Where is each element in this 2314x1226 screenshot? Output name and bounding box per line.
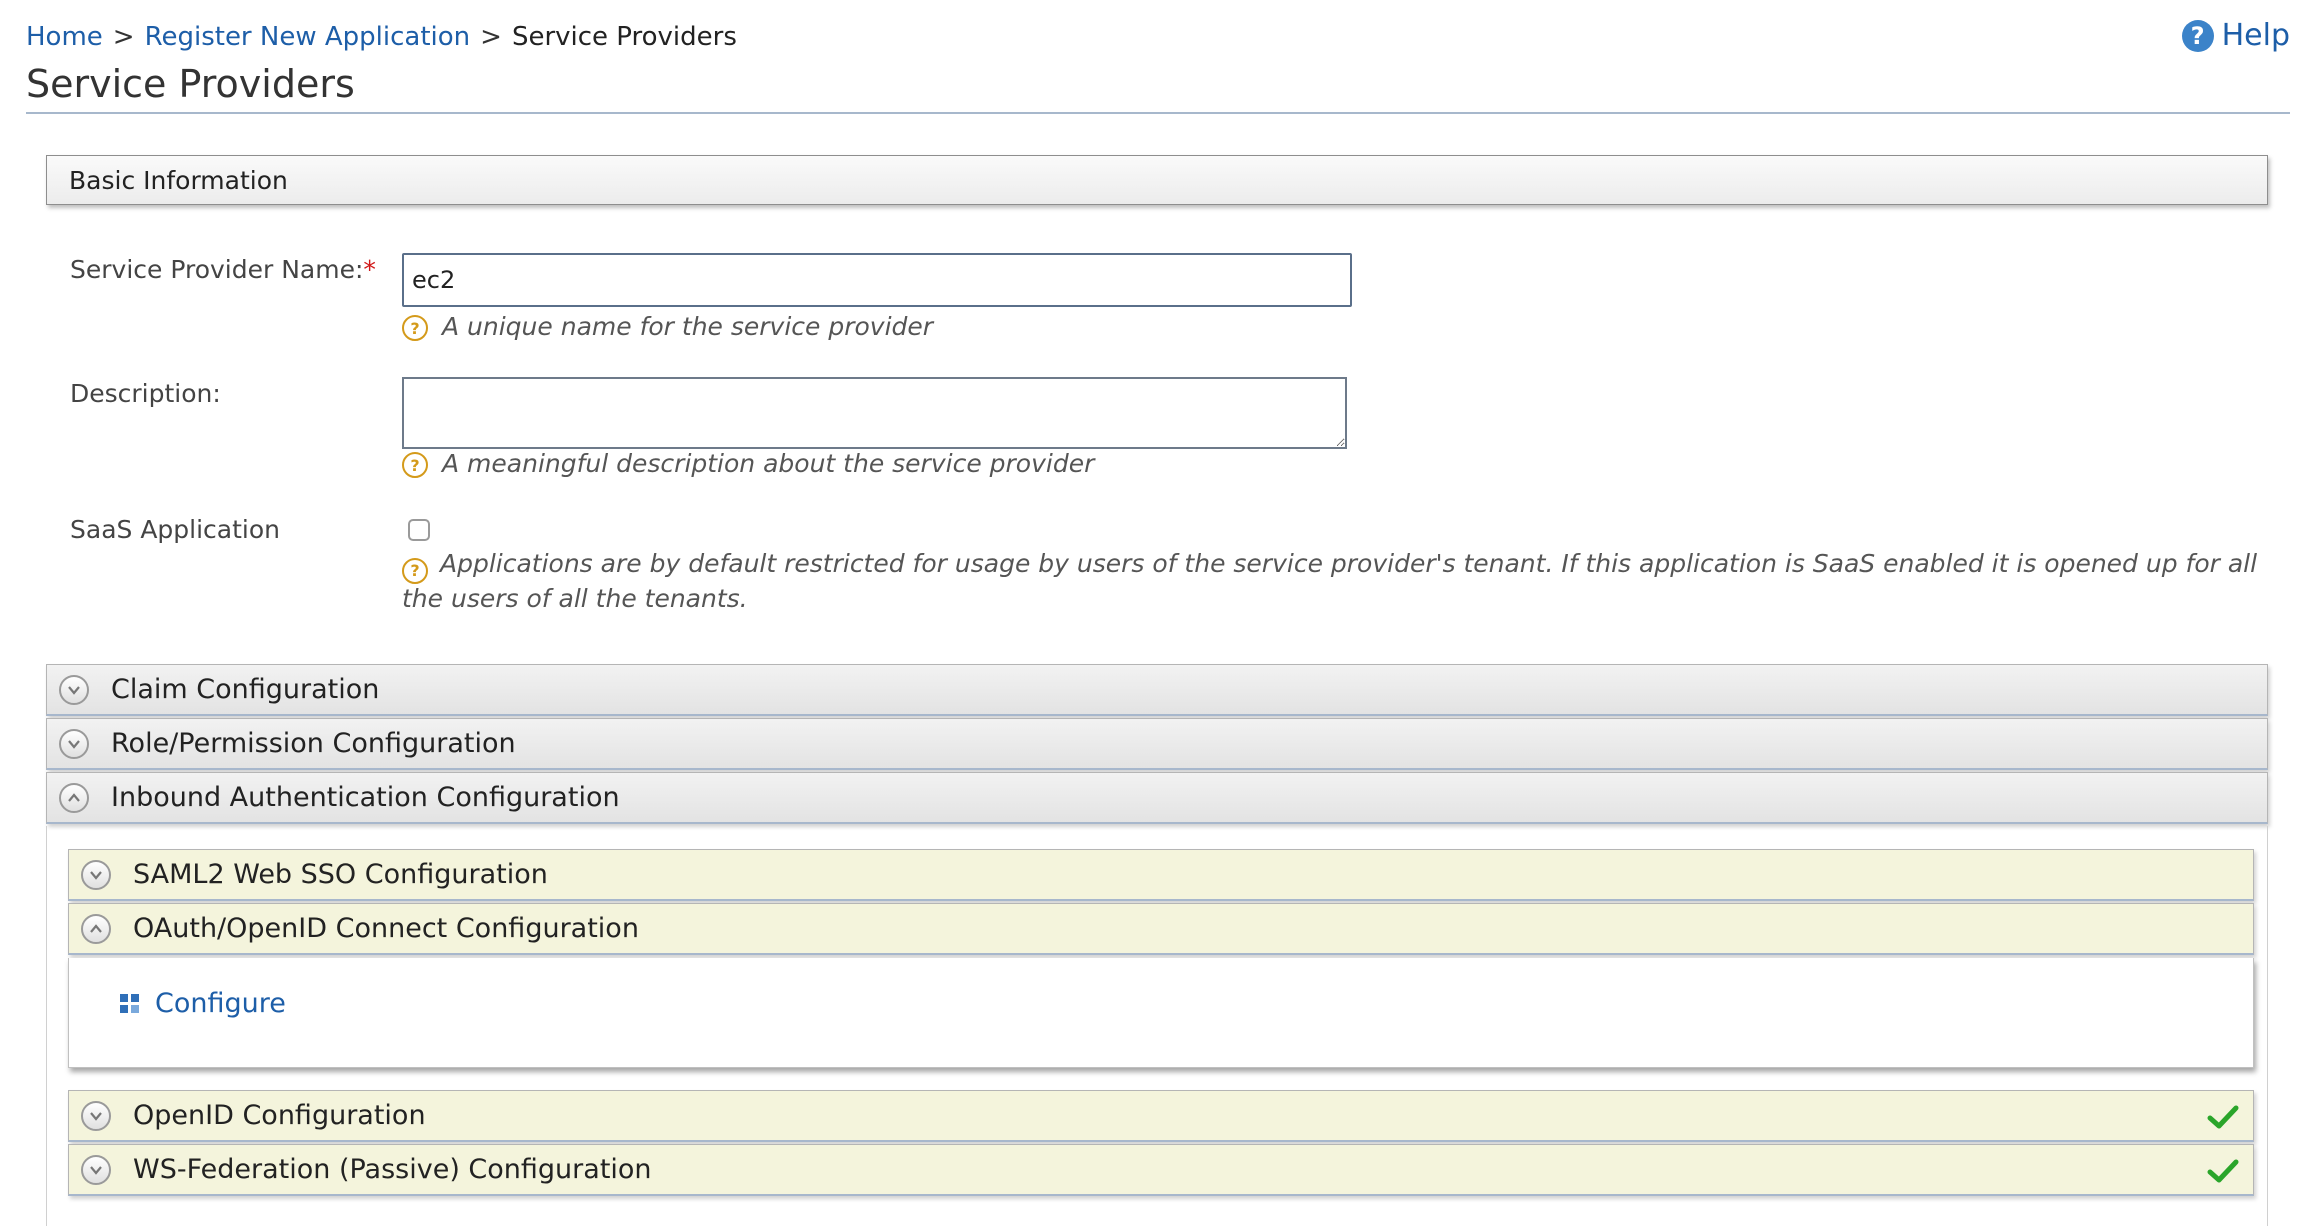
ws-federation-passive-configuration-toggle[interactable]: WS-Federation (Passive) Configuration [68, 1144, 2254, 1196]
breadcrumb-register-link[interactable]: Register New Application [145, 22, 471, 52]
chevron-down-icon [81, 1154, 111, 1185]
sp-name-label: Service Provider Name:* [70, 255, 376, 284]
saas-hint-body: Applications are by default restricted f… [402, 549, 2258, 613]
breadcrumb-current: Service Providers [511, 22, 737, 52]
help-hint-icon: ? [402, 452, 428, 478]
breadcrumb-separator: > [112, 22, 135, 52]
help-hint-icon: ? [402, 315, 428, 341]
checkmark-icon [2207, 1159, 2239, 1183]
grid-icon [120, 993, 139, 1013]
role-permission-configuration-toggle[interactable]: Role/Permission Configuration [46, 718, 2268, 770]
claim-configuration-label: Claim Configuration [111, 673, 380, 705]
configure-label: Configure [155, 988, 286, 1019]
saml2-web-sso-configuration-label: SAML2 Web SSO Configuration [133, 858, 548, 890]
inbound-authentication-configuration-toggle[interactable]: Inbound Authentication Configuration [46, 772, 2268, 824]
ws-federation-passive-configuration-label: WS-Federation (Passive) Configuration [133, 1153, 652, 1185]
breadcrumb-separator: > [480, 22, 502, 52]
chevron-down-icon [59, 728, 89, 759]
chevron-down-icon [81, 1100, 111, 1131]
description-hint: ? A meaningful description about the ser… [402, 449, 1094, 478]
inbound-authentication-configuration-label: Inbound Authentication Configuration [111, 781, 620, 813]
openid-configuration-toggle[interactable]: OpenID Configuration [68, 1090, 2254, 1142]
title-divider [26, 112, 2290, 114]
description-textarea[interactable] [402, 377, 1347, 449]
sp-name-label-text: Service Provider Name: [70, 255, 364, 284]
help-link[interactable]: ? Help [2181, 18, 2290, 53]
saml2-web-sso-configuration-toggle[interactable]: SAML2 Web SSO Configuration [68, 849, 2254, 901]
basic-information-header: Basic Information [46, 155, 2268, 205]
openid-configuration-label: OpenID Configuration [133, 1099, 426, 1131]
page-title: Service Providers [26, 62, 355, 106]
sp-name-hint: ? A unique name for the service provider [402, 312, 933, 341]
oauth-openid-connect-configuration-toggle[interactable]: OAuth/OpenID Connect Configuration [68, 903, 2254, 955]
chevron-up-icon [81, 913, 111, 944]
breadcrumb: Home > Register New Application > Service Pr… [26, 20, 737, 54]
claim-configuration-toggle[interactable]: Claim Configuration [46, 664, 2268, 716]
chevron-up-icon [59, 782, 89, 813]
oauth-configuration-panel: Configure [68, 958, 2254, 1068]
saas-hint-text: ? Applications are by default restricted … [402, 549, 2262, 614]
role-permission-configuration-label: Role/Permission Configuration [111, 727, 516, 759]
oauth-openid-connect-configuration-label: OAuth/OpenID Connect Configuration [133, 912, 639, 944]
configure-link[interactable]: Configure [119, 988, 286, 1019]
saas-label: SaaS Application [70, 515, 281, 544]
saas-checkbox[interactable] [408, 519, 430, 541]
required-marker: * [363, 255, 376, 284]
sp-name-input[interactable] [402, 253, 1352, 307]
help-label: Help [2221, 18, 2290, 53]
chevron-down-icon [81, 859, 111, 890]
chevron-down-icon [59, 674, 89, 705]
checkmark-icon [2207, 1105, 2239, 1129]
breadcrumb-home-link[interactable]: Home [26, 22, 103, 52]
description-hint-text: A meaningful description about the servi… [442, 449, 1095, 478]
help-hint-icon: ? [402, 558, 428, 584]
help-icon: ? [2181, 19, 2214, 52]
description-label: Description: [70, 379, 221, 408]
sp-name-hint-text: A unique name for the service provider [442, 312, 934, 341]
saas-hint: ? Applications are by default restricted … [402, 549, 2262, 614]
